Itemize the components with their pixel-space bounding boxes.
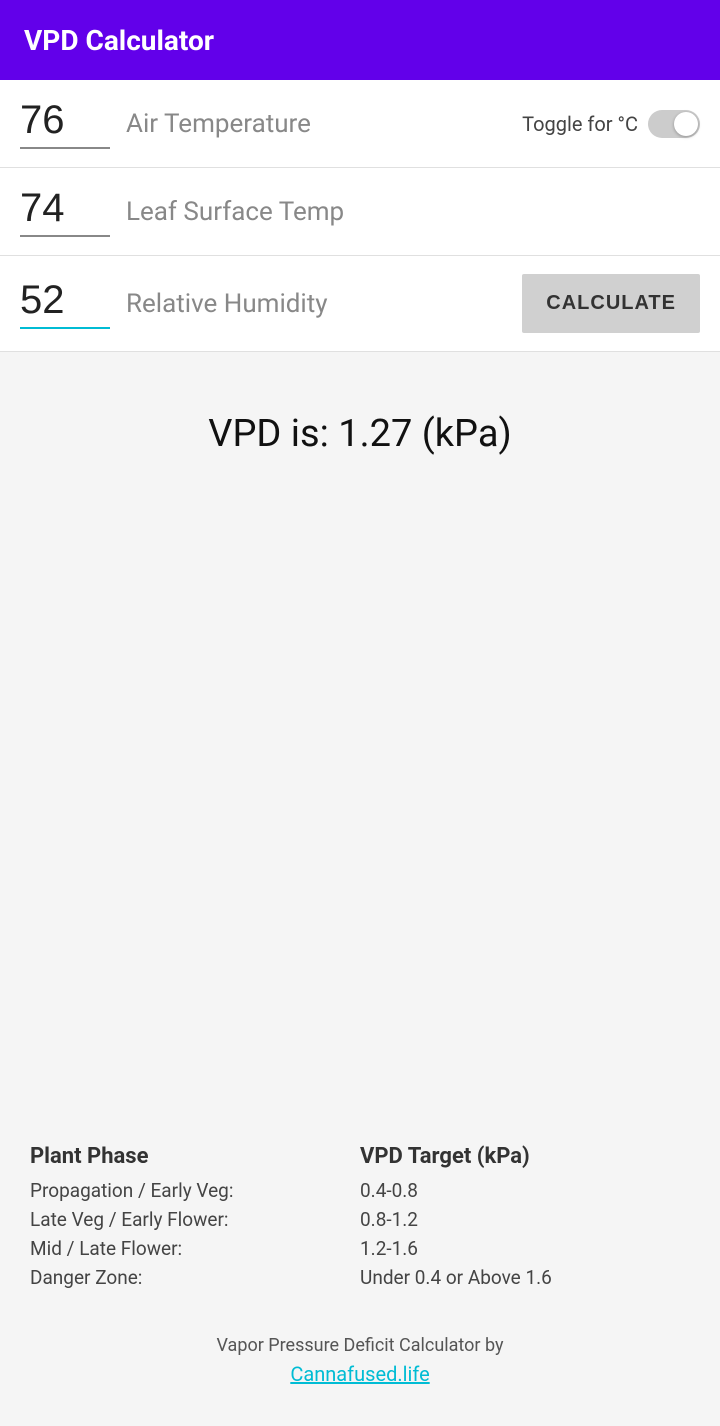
ref-target: Under 0.4 or Above 1.6: [360, 1266, 690, 1289]
air-temp-input[interactable]: [20, 98, 110, 149]
reference-row: Mid / Late Flower:1.2-1.6: [30, 1237, 690, 1260]
ref-phase: Late Veg / Early Flower:: [30, 1208, 360, 1231]
temperature-toggle-area: Toggle for °C: [522, 110, 700, 138]
humidity-label: Relative Humidity: [126, 289, 522, 319]
ref-phase: Propagation / Early Veg:: [30, 1179, 360, 1202]
reference-section: Plant Phase VPD Target (kPa) Propagation…: [0, 1114, 720, 1305]
ref-target: 1.2-1.6: [360, 1237, 690, 1260]
app-title: VPD Calculator: [24, 24, 214, 57]
result-section: VPD is: 1.27 (kPa): [0, 352, 720, 516]
reference-rows: Propagation / Early Veg:0.4-0.8Late Veg …: [30, 1179, 690, 1289]
rh-input[interactable]: [20, 278, 110, 329]
app-header: VPD Calculator: [0, 0, 720, 80]
footer-link[interactable]: Cannafused.life: [20, 1362, 700, 1386]
humidity-row: Relative Humidity CALCULATE: [0, 256, 720, 352]
ref-phase: Mid / Late Flower:: [30, 1237, 360, 1260]
leaf-temp-input[interactable]: [20, 186, 110, 237]
air-temp-label: Air Temperature: [126, 109, 522, 139]
ref-phase: Danger Zone:: [30, 1266, 360, 1289]
celsius-toggle[interactable]: [648, 110, 700, 138]
ref-col2-header: VPD Target (kPa): [360, 1144, 690, 1169]
footer-text: Vapor Pressure Deficit Calculator by: [20, 1335, 700, 1356]
calculate-button[interactable]: CALCULATE: [522, 274, 700, 333]
reference-row: Propagation / Early Veg:0.4-0.8: [30, 1179, 690, 1202]
leaf-temp-row: Leaf Surface Temp: [0, 168, 720, 256]
footer-section: Vapor Pressure Deficit Calculator by Can…: [0, 1305, 720, 1426]
toggle-label: Toggle for °C: [522, 112, 638, 136]
ref-target: 0.4-0.8: [360, 1179, 690, 1202]
ref-col1-header: Plant Phase: [30, 1144, 360, 1169]
leaf-temp-label: Leaf Surface Temp: [126, 197, 700, 227]
air-temp-row: Air Temperature Toggle for °C: [0, 80, 720, 168]
result-text: VPD is: 1.27 (kPa): [208, 412, 511, 456]
reference-row: Late Veg / Early Flower:0.8-1.2: [30, 1208, 690, 1231]
ref-target: 0.8-1.2: [360, 1208, 690, 1231]
reference-header-row: Plant Phase VPD Target (kPa): [30, 1144, 690, 1169]
reference-row: Danger Zone:Under 0.4 or Above 1.6: [30, 1266, 690, 1289]
spacer: [0, 516, 720, 1114]
